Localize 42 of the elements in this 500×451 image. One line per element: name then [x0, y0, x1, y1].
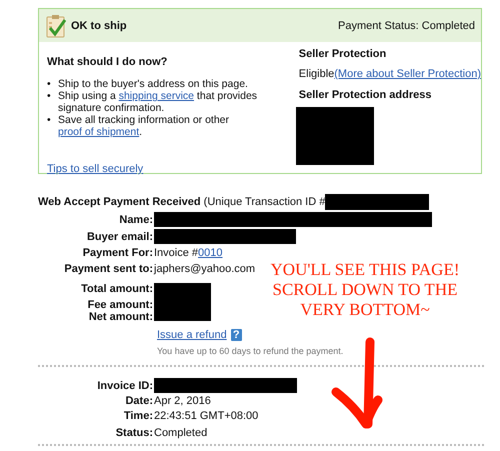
field-label: Buyer email: [86, 230, 153, 242]
instruction-item: Save all tracking information or other proof of shipment. [58, 114, 230, 138]
bullet: • [47, 78, 52, 90]
help-icon[interactable]: ? [230, 329, 242, 341]
redaction-bar [154, 283, 211, 321]
more-link[interactable]: (More about Seller Protection) [334, 68, 481, 80]
refund-note: You have up to 60 days to refund the payment. [157, 346, 344, 356]
clipboard-check-icon [46, 14, 66, 38]
field-value: 22:43:51 GMT+08:00 [154, 410, 258, 422]
panel-title: OK to ship [71, 20, 128, 32]
bullet: • [47, 90, 52, 104]
invoice-link[interactable]: 0010 [198, 247, 223, 259]
field-label: Payment For: [82, 247, 153, 259]
eligibility-status: Eligible [298, 68, 334, 80]
field-label: Date: [124, 395, 153, 407]
field-label: Net amount: [88, 311, 153, 323]
field-label: Name: [118, 214, 153, 226]
field-value: Apr 2, 2016 [154, 395, 211, 407]
field-label: Payment sent to: [63, 263, 153, 275]
field-value: japhers@yahoo.com [154, 263, 256, 275]
inline-link[interactable]: shipping service [118, 90, 194, 102]
field-label: Time: [122, 410, 153, 422]
field-value: Invoice #0010 [154, 247, 223, 259]
section-heading: Seller Protection [298, 48, 388, 60]
field-label: Fee amount: [88, 299, 153, 311]
inline-link[interactable]: proof of shipment [58, 126, 140, 138]
field-value: Completed [154, 427, 208, 439]
refund-link[interactable]: Issue a refund [157, 329, 227, 341]
annotation-text: SCROLL DOWN TO THE [272, 280, 458, 300]
annotation-text: YOU'LL SEE THIS PAGE! [270, 260, 460, 280]
instruction-item: Ship using a shipping service that provides signature confirmation. [58, 90, 258, 114]
bullet: • [47, 114, 52, 128]
field-label: Status: [114, 427, 153, 439]
field-label: Invoice ID: [96, 380, 153, 392]
annotation-text: VERY BOTTOM~ [300, 300, 430, 320]
section-heading: Seller Protection address [298, 89, 432, 101]
field-label: Total amount: [81, 283, 153, 295]
payment-status: Payment Status: Completed [338, 20, 475, 32]
section-heading: What should I do now? [47, 56, 168, 68]
tips-link[interactable]: Tips to sell securely [47, 163, 144, 175]
transaction-title: Web Accept Payment Received (Unique Transaction ID # [38, 196, 326, 208]
instruction-item: Ship to the buyer's address on this page. [58, 78, 248, 90]
